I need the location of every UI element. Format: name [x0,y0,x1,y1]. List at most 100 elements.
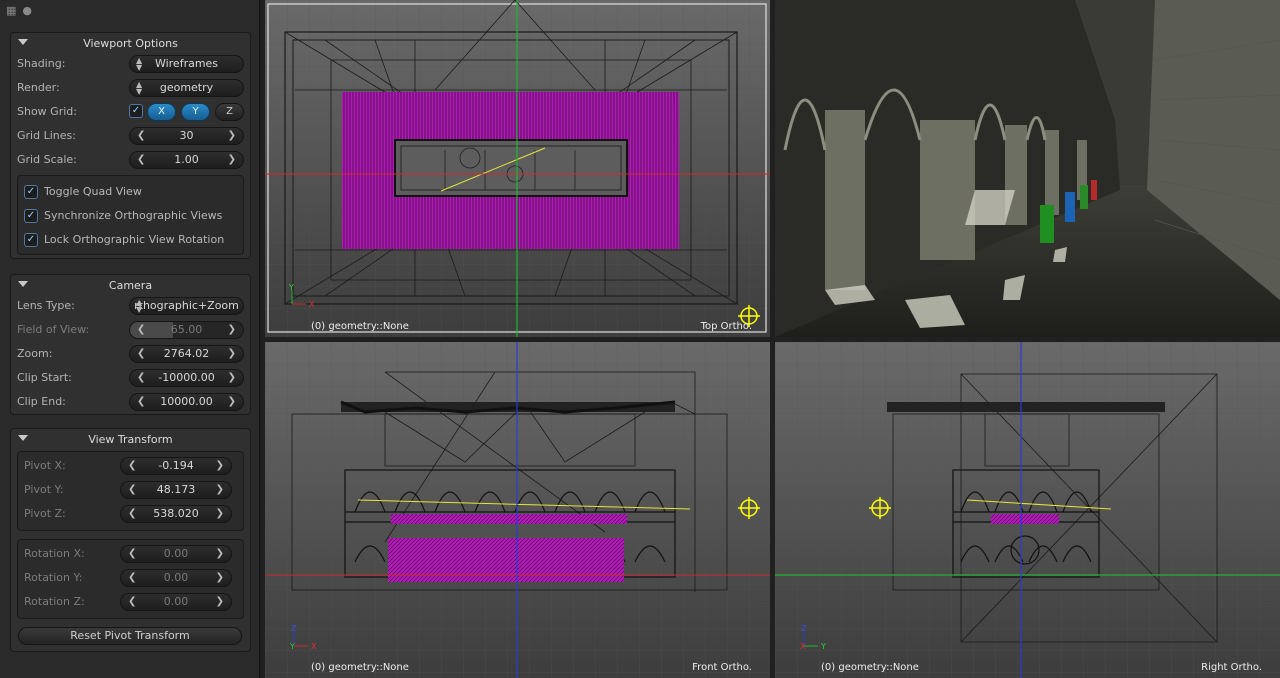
svg-text:Z: Z [291,624,297,633]
app-window: ▦ ● Viewport Options Shading: ▲ ▼ Wirefram… [0,0,1280,678]
rotation-x-spinner[interactable]: ❮ 0.00 ❯ [120,545,232,563]
decrement-arrow-icon[interactable]: ❮ [137,152,145,168]
grid-lines-label: Grid Lines: [17,129,76,142]
grid-menu-icon[interactable]: ▦ [6,4,16,20]
decrement-arrow-icon[interactable]: ❮ [137,394,145,410]
perspective-viewport[interactable] [775,0,1280,337]
increment-arrow-icon[interactable]: ❯ [216,482,224,498]
svg-text:X: X [309,300,315,309]
show-grid-checkbox[interactable]: ✓ [129,104,143,118]
rotation-x-label: Rotation X: [24,547,85,560]
decrement-arrow-icon[interactable]: ❮ [137,346,145,362]
grid-scale-row: Grid Scale: ❮ 1.00 ❯ [17,151,244,169]
grid-lines-spinner[interactable]: ❮ 30 ❯ [129,127,244,145]
decrement-arrow-icon[interactable]: ❮ [137,370,145,386]
camera-panel: Camera Lens Type: ▲ ▼ rthographic+Zoom Fie… [10,274,251,415]
increment-arrow-icon[interactable]: ❯ [228,128,236,144]
grid-scale-value: 1.00 [174,153,199,166]
right-ortho-viewport[interactable]: Z X Y (0) geometry::None Right Ortho. [775,342,1280,678]
view-transform-panel: View Transform Pivot X: ❮ -0.194 ❯ Pivot Y… [10,428,251,652]
front-ortho-scene: Z Y X [265,342,770,678]
pivot-y-spinner[interactable]: ❮ 48.173 ❯ [120,481,232,499]
right-viewport-info: (0) geometry::None [821,662,919,673]
pivot-z-spinner[interactable]: ❮ 538.020 ❯ [120,505,232,523]
right-ortho-scene: Z X Y [775,342,1280,678]
rotation-z-spinner[interactable]: ❮ 0.00 ❯ [120,593,232,611]
increment-arrow-icon[interactable]: ❯ [228,370,236,386]
fov-row: Field of View: ❮ 65.00 ❯ [17,321,244,339]
panel-title: Camera [108,279,153,292]
render-label: Render: [17,81,60,94]
render-select[interactable]: ▲ ▼ geometry [129,79,244,97]
pin-icon[interactable]: ● [22,4,32,20]
rotation-z-row: Rotation Z: ❮ 0.00 ❯ [24,593,234,611]
increment-arrow-icon[interactable]: ❯ [216,506,224,522]
svg-text:Y: Y [820,642,826,651]
shading-select[interactable]: ▲ ▼ Wireframes [129,55,244,73]
updown-icon: ▲ ▼ [136,56,143,72]
clip-start-value: -10000.00 [158,371,215,384]
shading-row: Shading: ▲ ▼ Wireframes [17,55,244,73]
updown-icon: ▲ ▼ [136,298,143,314]
decrement-arrow-icon[interactable]: ❮ [128,594,136,610]
viewport-options-header[interactable]: Viewport Options [11,33,250,53]
decrement-arrow-icon[interactable]: ❮ [137,128,145,144]
increment-arrow-icon[interactable]: ❯ [216,594,224,610]
camera-header[interactable]: Camera [11,275,250,295]
grid-scale-spinner[interactable]: ❮ 1.00 ❯ [129,151,244,169]
top-ortho-viewport[interactable]: Y X (0) geometry::None Top Ortho. [265,0,770,337]
rotation-z-label: Rotation Z: [24,595,85,608]
reset-pivot-button[interactable]: Reset Pivot Transform [18,627,242,645]
lens-type-select[interactable]: ▲ ▼ rthographic+Zoom [129,297,244,315]
grid-lines-value: 30 [179,129,194,142]
clip-start-label: Clip Start: [17,371,72,384]
decrement-arrow-icon[interactable]: ❮ [128,570,136,586]
grid-x-toggle[interactable]: X [147,103,176,121]
pivot-x-row: Pivot X: ❮ -0.194 ❯ [24,457,234,475]
clip-end-spinner[interactable]: ❮ 10000.00 ❯ [129,393,244,411]
sidebar: ▦ ● Viewport Options Shading: ▲ ▼ Wirefram… [0,0,260,678]
clip-end-value: 10000.00 [160,395,213,408]
increment-arrow-icon[interactable]: ❯ [228,152,236,168]
render-value: geometry [159,81,214,94]
rotation-y-label: Rotation Y: [24,571,83,584]
show-grid-label: Show Grid: [17,105,77,118]
view-transform-header[interactable]: View Transform [11,429,250,449]
rotation-y-spinner[interactable]: ❮ 0.00 ❯ [120,569,232,587]
lock-ortho-checkbox[interactable]: ✓ [24,233,38,247]
zoom-spinner[interactable]: ❮ 2764.02 ❯ [129,345,244,363]
increment-arrow-icon[interactable]: ❯ [228,394,236,410]
render-row: Render: ▲ ▼ geometry [17,79,244,97]
panel-title: Viewport Options [83,37,178,50]
increment-arrow-icon[interactable]: ❯ [216,546,224,562]
grid-lines-row: Grid Lines: ❮ 30 ❯ [17,127,244,145]
perspective-render-image [775,0,1280,337]
front-ortho-viewport[interactable]: Z Y X (0) geometry::None Front Ortho. [265,342,770,678]
fov-slider: ❮ 65.00 ❯ [129,321,244,339]
decrement-arrow-icon[interactable]: ❮ [128,482,136,498]
zoom-value: 2764.02 [163,347,210,360]
toggle-quad-checkbox[interactable]: ✓ [24,185,38,199]
svg-text:X: X [800,642,806,651]
view-toggles-box: ✓ Toggle Quad View ✓ Synchronize Orthograp… [17,175,244,255]
svg-text:X: X [311,642,317,651]
sync-ortho-checkbox[interactable]: ✓ [24,209,38,223]
lens-type-value: rthographic+Zoom [134,299,239,312]
grid-y-toggle[interactable]: Y [181,103,210,121]
decrement-arrow-icon[interactable]: ❮ [128,546,136,562]
decrement-arrow-icon[interactable]: ❮ [128,506,136,522]
rotation-box: Rotation X: ❮ 0.00 ❯ Rotation Y: ❮ 0.00 ❯ Ro… [17,539,244,619]
increment-arrow-icon[interactable]: ❯ [216,570,224,586]
pivot-y-row: Pivot Y: ❮ 48.173 ❯ [24,481,234,499]
svg-text:Y: Y [288,283,294,292]
increment-arrow-icon[interactable]: ❯ [216,458,224,474]
grid-z-toggle[interactable]: Z [215,103,244,121]
rotation-x-row: Rotation X: ❮ 0.00 ❯ [24,545,234,563]
decrement-arrow-icon: ❮ [137,324,146,335]
pivot-x-spinner[interactable]: ❮ -0.194 ❯ [120,457,232,475]
top-ortho-scene: Y X [265,0,770,337]
top-viewport-info: (0) geometry::None [311,321,409,332]
decrement-arrow-icon[interactable]: ❮ [128,458,136,474]
clip-start-spinner[interactable]: ❮ -10000.00 ❯ [129,369,244,387]
increment-arrow-icon[interactable]: ❯ [228,346,236,362]
